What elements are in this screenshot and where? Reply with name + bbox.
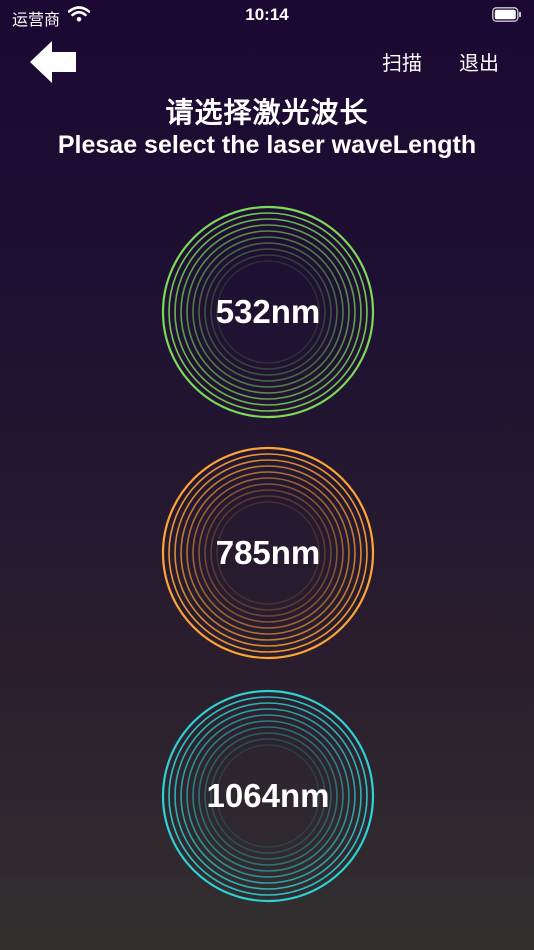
wavelength-785-button[interactable]: 785nm (161, 446, 375, 660)
battery-icon (492, 7, 521, 22)
exit-button[interactable]: 退出 (459, 47, 499, 76)
scan-button[interactable]: 扫描 (382, 47, 422, 76)
wavelength-label: 532nm (215, 293, 321, 330)
page-subtitle: Plesae select the laser waveLength (57, 131, 477, 159)
status-time: 10:14 (245, 5, 289, 24)
wavelength-532-button[interactable]: 532nm (161, 205, 375, 419)
back-arrow-icon (30, 41, 76, 83)
page-title: 请选择激光波长 (165, 96, 369, 129)
wavelength-label: 785nm (215, 534, 321, 571)
wavelength-1064-button[interactable]: 1064nm (161, 689, 375, 903)
back-button[interactable] (26, 38, 80, 86)
wavelength-label: 1064nm (206, 777, 330, 814)
status-bar: 运营商 10:14 (0, 0, 534, 32)
